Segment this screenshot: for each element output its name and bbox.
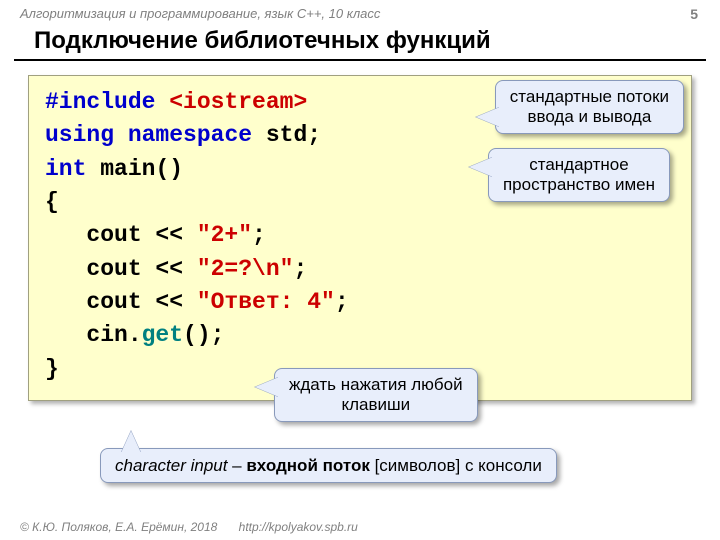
callout-wait-key: ждать нажатия любой клавиши bbox=[274, 368, 478, 422]
footer: © К.Ю. Поляков, Е.А. Ерёмин, 2018 http:/… bbox=[20, 520, 358, 534]
code-token: ; bbox=[335, 289, 349, 315]
code-token: <iostream> bbox=[169, 89, 307, 115]
code-token: #include bbox=[45, 89, 155, 115]
code-token: using bbox=[45, 122, 114, 148]
code-token: main() bbox=[100, 156, 183, 182]
code-token: "2=?\n" bbox=[197, 256, 294, 282]
callout-text: ждать нажатия любой bbox=[289, 375, 463, 395]
page-title: Подключение библиотечных функций bbox=[14, 21, 706, 61]
callout-tail-icon bbox=[469, 157, 493, 177]
header-subtitle: Алгоритмизация и программирование, язык … bbox=[0, 0, 720, 21]
code-token: get bbox=[142, 322, 183, 348]
code-token: cout << bbox=[45, 289, 197, 315]
callout-text: ввода и вывода bbox=[510, 107, 669, 127]
callout-text: пространство имен bbox=[503, 175, 655, 195]
code-token: ; bbox=[293, 256, 307, 282]
page-number: 5 bbox=[690, 6, 698, 22]
code-token: int bbox=[45, 156, 86, 182]
callout-tail-icon bbox=[476, 107, 500, 127]
footer-copyright: © К.Ю. Поляков, Е.А. Ерёмин, 2018 bbox=[20, 520, 217, 534]
callout-tail-icon bbox=[255, 377, 279, 397]
callout-cin: character input – входной поток [символо… bbox=[100, 448, 557, 483]
callout-text: стандартное bbox=[503, 155, 655, 175]
callout-text: [символов] с консоли bbox=[370, 456, 542, 475]
code-token: (); bbox=[183, 322, 224, 348]
callout-streams: стандартные потоки ввода и вывода bbox=[495, 80, 684, 134]
code-token: cout << bbox=[45, 222, 197, 248]
code-token: "Ответ: 4" bbox=[197, 289, 335, 315]
code-token: cin. bbox=[45, 322, 142, 348]
callout-text: стандартные потоки bbox=[510, 87, 669, 107]
callout-namespace: стандартное пространство имен bbox=[488, 148, 670, 202]
footer-url: http://kpolyakov.spb.ru bbox=[239, 520, 358, 534]
code-token: "2+" bbox=[197, 222, 252, 248]
callout-text: клавиши bbox=[289, 395, 463, 415]
callout-text: – bbox=[227, 456, 246, 475]
code-token: std; bbox=[266, 122, 321, 148]
code-token: namespace bbox=[128, 122, 252, 148]
callout-tail-icon bbox=[121, 431, 141, 453]
code-token: cout << bbox=[45, 256, 197, 282]
callout-text: входной поток bbox=[246, 456, 369, 475]
code-token: ; bbox=[252, 222, 266, 248]
callout-text: character input bbox=[115, 456, 227, 475]
